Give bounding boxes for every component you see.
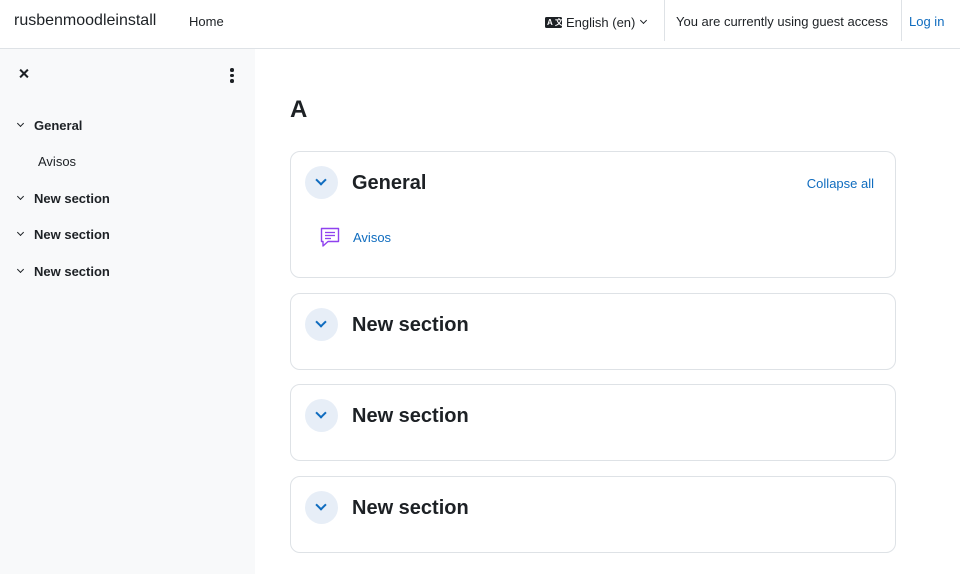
course-index-section[interactable]: General (16, 116, 82, 134)
course-section: New section (290, 476, 896, 553)
chevron-down-icon (315, 174, 327, 186)
course-index-section[interactable]: New section (16, 225, 110, 243)
section-collapse-button[interactable] (305, 166, 338, 199)
course-section: General Collapse all Avisos (290, 151, 896, 278)
activity-link[interactable]: Avisos (353, 230, 391, 245)
course-index-section-title[interactable]: New section (34, 191, 110, 206)
course-index-drawer: General Avisos New section New section N… (0, 49, 255, 574)
site-name[interactable]: rusbenmoodleinstall (14, 11, 156, 31)
guest-access-notice: You are currently using guest access (676, 14, 888, 29)
top-navbar: rusbenmoodleinstall Home A文 English ‎(en… (0, 0, 960, 49)
course-section: New section (290, 293, 896, 370)
chevron-down-icon[interactable] (16, 228, 25, 236)
section-collapse-button[interactable] (305, 399, 338, 432)
section-title[interactable]: General (352, 171, 426, 195)
course-index-section-title[interactable]: General (34, 118, 82, 133)
language-menu[interactable]: A文 English ‎(en)‎ (545, 12, 648, 32)
chevron-down-icon (315, 316, 327, 328)
close-icon[interactable] (16, 66, 32, 82)
login-link[interactable]: Log in (909, 14, 944, 30)
navbar-divider (664, 0, 665, 41)
course-index-section-title[interactable]: New section (34, 227, 110, 242)
chevron-down-icon[interactable] (16, 265, 25, 273)
page-title: A (290, 96, 308, 123)
section-collapse-button[interactable] (305, 491, 338, 524)
chevron-down-icon (640, 16, 648, 25)
section-title[interactable]: New section (352, 496, 469, 520)
course-index-section[interactable]: New section (16, 262, 110, 280)
language-icon: A文 (545, 16, 563, 28)
section-collapse-button[interactable] (305, 308, 338, 341)
forum-icon[interactable] (318, 225, 342, 249)
course-index-section[interactable]: New section (16, 189, 110, 207)
chevron-down-icon (315, 499, 327, 511)
course-section: New section (290, 384, 896, 461)
nav-home-link[interactable]: Home (189, 14, 224, 30)
chevron-down-icon[interactable] (16, 192, 25, 200)
chevron-down-icon[interactable] (16, 119, 25, 127)
section-title[interactable]: New section (352, 404, 469, 428)
kebab-icon[interactable] (226, 67, 238, 83)
navbar-divider (901, 0, 902, 41)
section-title[interactable]: New section (352, 313, 469, 337)
collapse-all-link[interactable]: Collapse all (807, 176, 874, 192)
course-index-activity[interactable]: Avisos (38, 154, 76, 170)
chevron-down-icon (315, 407, 327, 419)
course-index-section-title[interactable]: New section (34, 264, 110, 279)
language-label: English ‎(en)‎ (566, 14, 636, 30)
activity-item: Avisos (318, 224, 391, 250)
